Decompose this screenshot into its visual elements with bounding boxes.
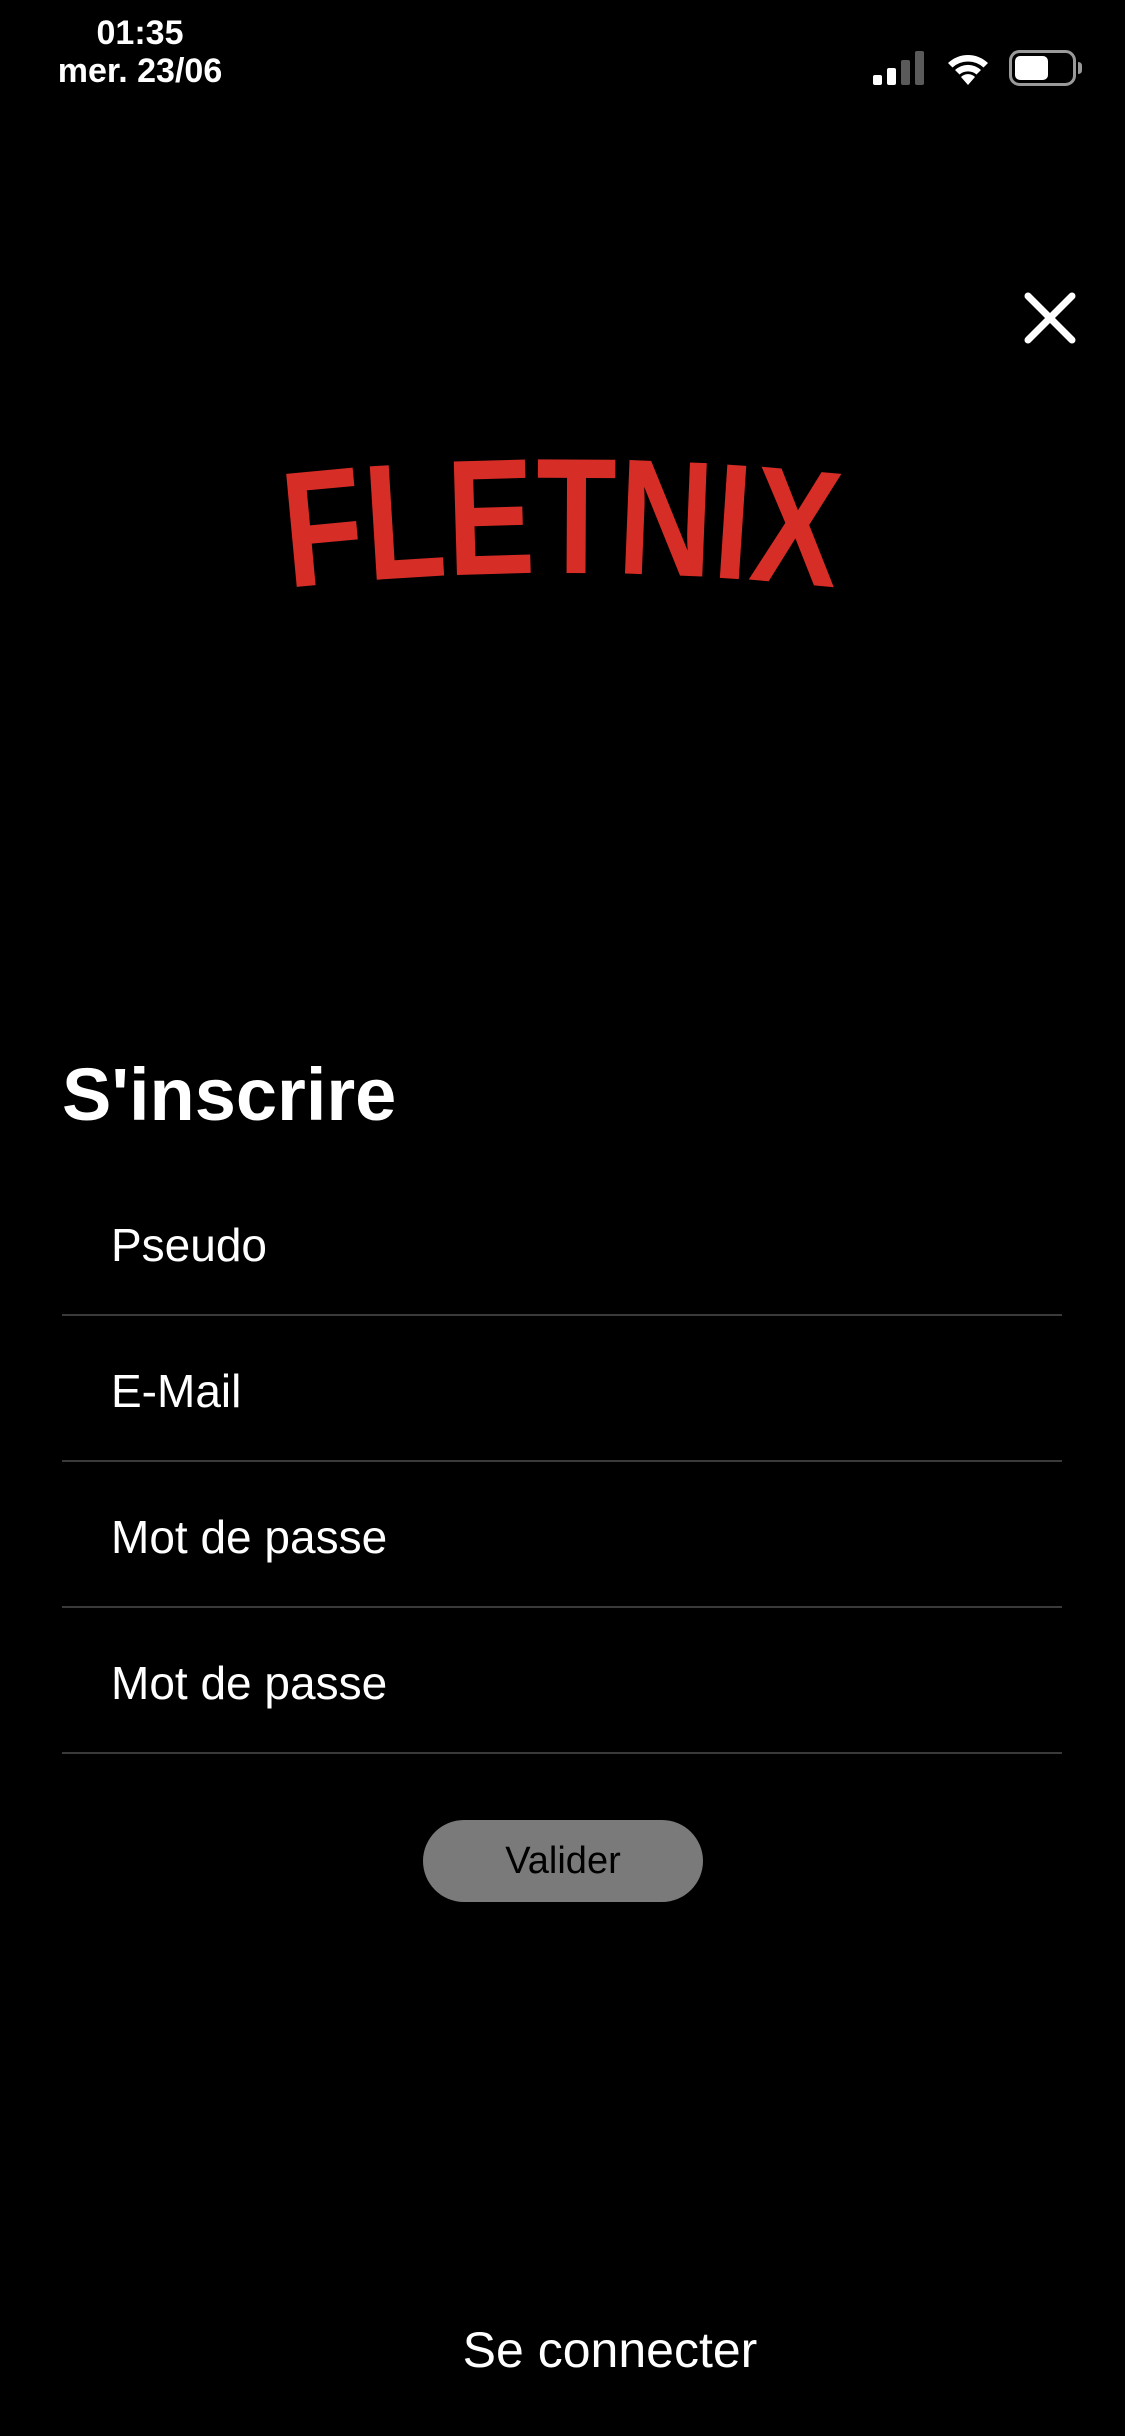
password-confirm-field-row	[62, 1608, 1062, 1754]
close-icon[interactable]	[1022, 290, 1078, 346]
status-clock: 01:35 mer. 23/06	[40, 14, 240, 90]
submit-button[interactable]: Valider	[423, 1820, 703, 1902]
password-field[interactable]	[111, 1502, 1011, 1572]
fletnix-logo: FLETNIX	[280, 440, 846, 623]
login-link[interactable]: Se connecter	[0, 2320, 1125, 2380]
username-field[interactable]	[111, 1210, 1011, 1280]
signup-form	[62, 1170, 1062, 1754]
password-field-row	[62, 1462, 1062, 1608]
logo-text: FLETNIX	[280, 440, 846, 623]
cellular-signal-icon	[873, 51, 924, 85]
battery-icon	[1009, 50, 1082, 86]
status-time: 01:35	[96, 14, 184, 52]
page-title: S'inscrire	[62, 1053, 397, 1136]
wifi-icon	[948, 55, 988, 85]
status-date: mer. 23/06	[57, 52, 223, 90]
status-icons	[873, 48, 1083, 88]
status-bar: 01:35 mer. 23/06	[0, 0, 1125, 110]
email-field-row	[62, 1316, 1062, 1462]
svg-text:FLETNIX: FLETNIX	[280, 440, 846, 623]
username-field-row	[62, 1170, 1062, 1316]
password-confirm-field[interactable]	[111, 1648, 1011, 1718]
email-field[interactable]	[111, 1356, 1011, 1426]
